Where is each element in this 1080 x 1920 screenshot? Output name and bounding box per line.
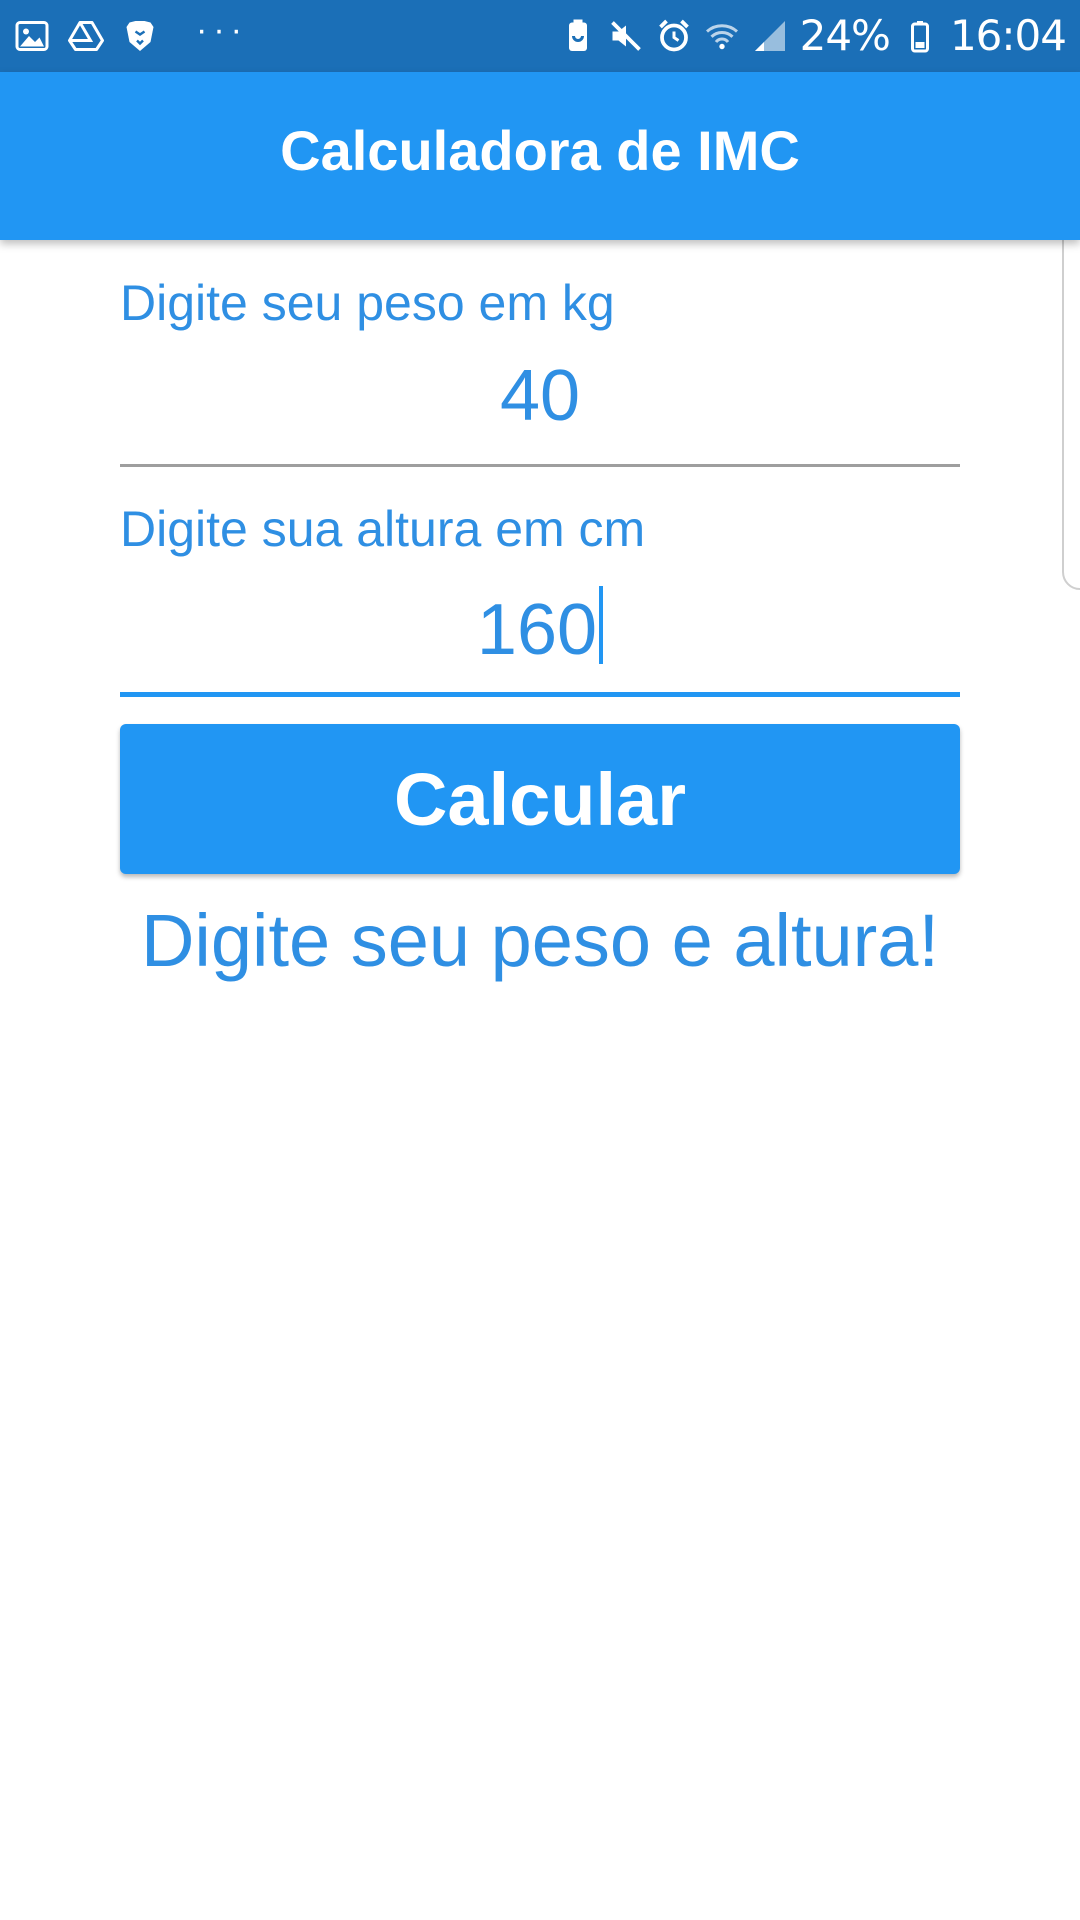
weight-input[interactable]: 40 [120,360,960,432]
clock: 16:04 [949,11,1067,60]
battery-percent: 24% [799,11,891,60]
alarm-icon [656,18,692,54]
height-label: Digite sua altura em cm [120,501,646,557]
app-bar: Calculadora de IMC [0,72,1080,240]
weight-label: Digite seu peso em kg [120,275,615,331]
mute-icon [608,18,644,54]
weight-value: 40 [499,356,581,436]
status-right-icons: 24% 16:04 [560,10,1067,62]
image-icon [14,18,50,54]
brave-lion-icon [122,18,158,54]
result-message: Digite seu peso e altura! [140,899,940,982]
text-cursor [599,586,604,664]
battery-icon [902,18,938,54]
signal-icon [752,18,788,54]
height-field[interactable]: Digite sua altura em cm 160 [120,496,960,700]
height-underline [120,692,960,697]
status-bar: ··· 24% 16:04 [0,0,1080,72]
status-left-icons: ··· [14,11,248,58]
weight-field[interactable]: Digite seu peso em kg 40 [120,270,960,470]
weight-underline [120,464,960,467]
calculate-button[interactable]: Calcular [120,724,960,874]
scrollbar-handle[interactable] [1062,218,1080,590]
wifi-icon [704,18,740,54]
drive-icon [68,18,104,54]
height-value: 160 [476,590,598,670]
page-title: Calculadora de IMC [280,118,800,182]
more-dots-icon: ··· [196,11,248,49]
height-input[interactable]: 160 [120,586,960,666]
battery-saver-icon [560,18,596,54]
